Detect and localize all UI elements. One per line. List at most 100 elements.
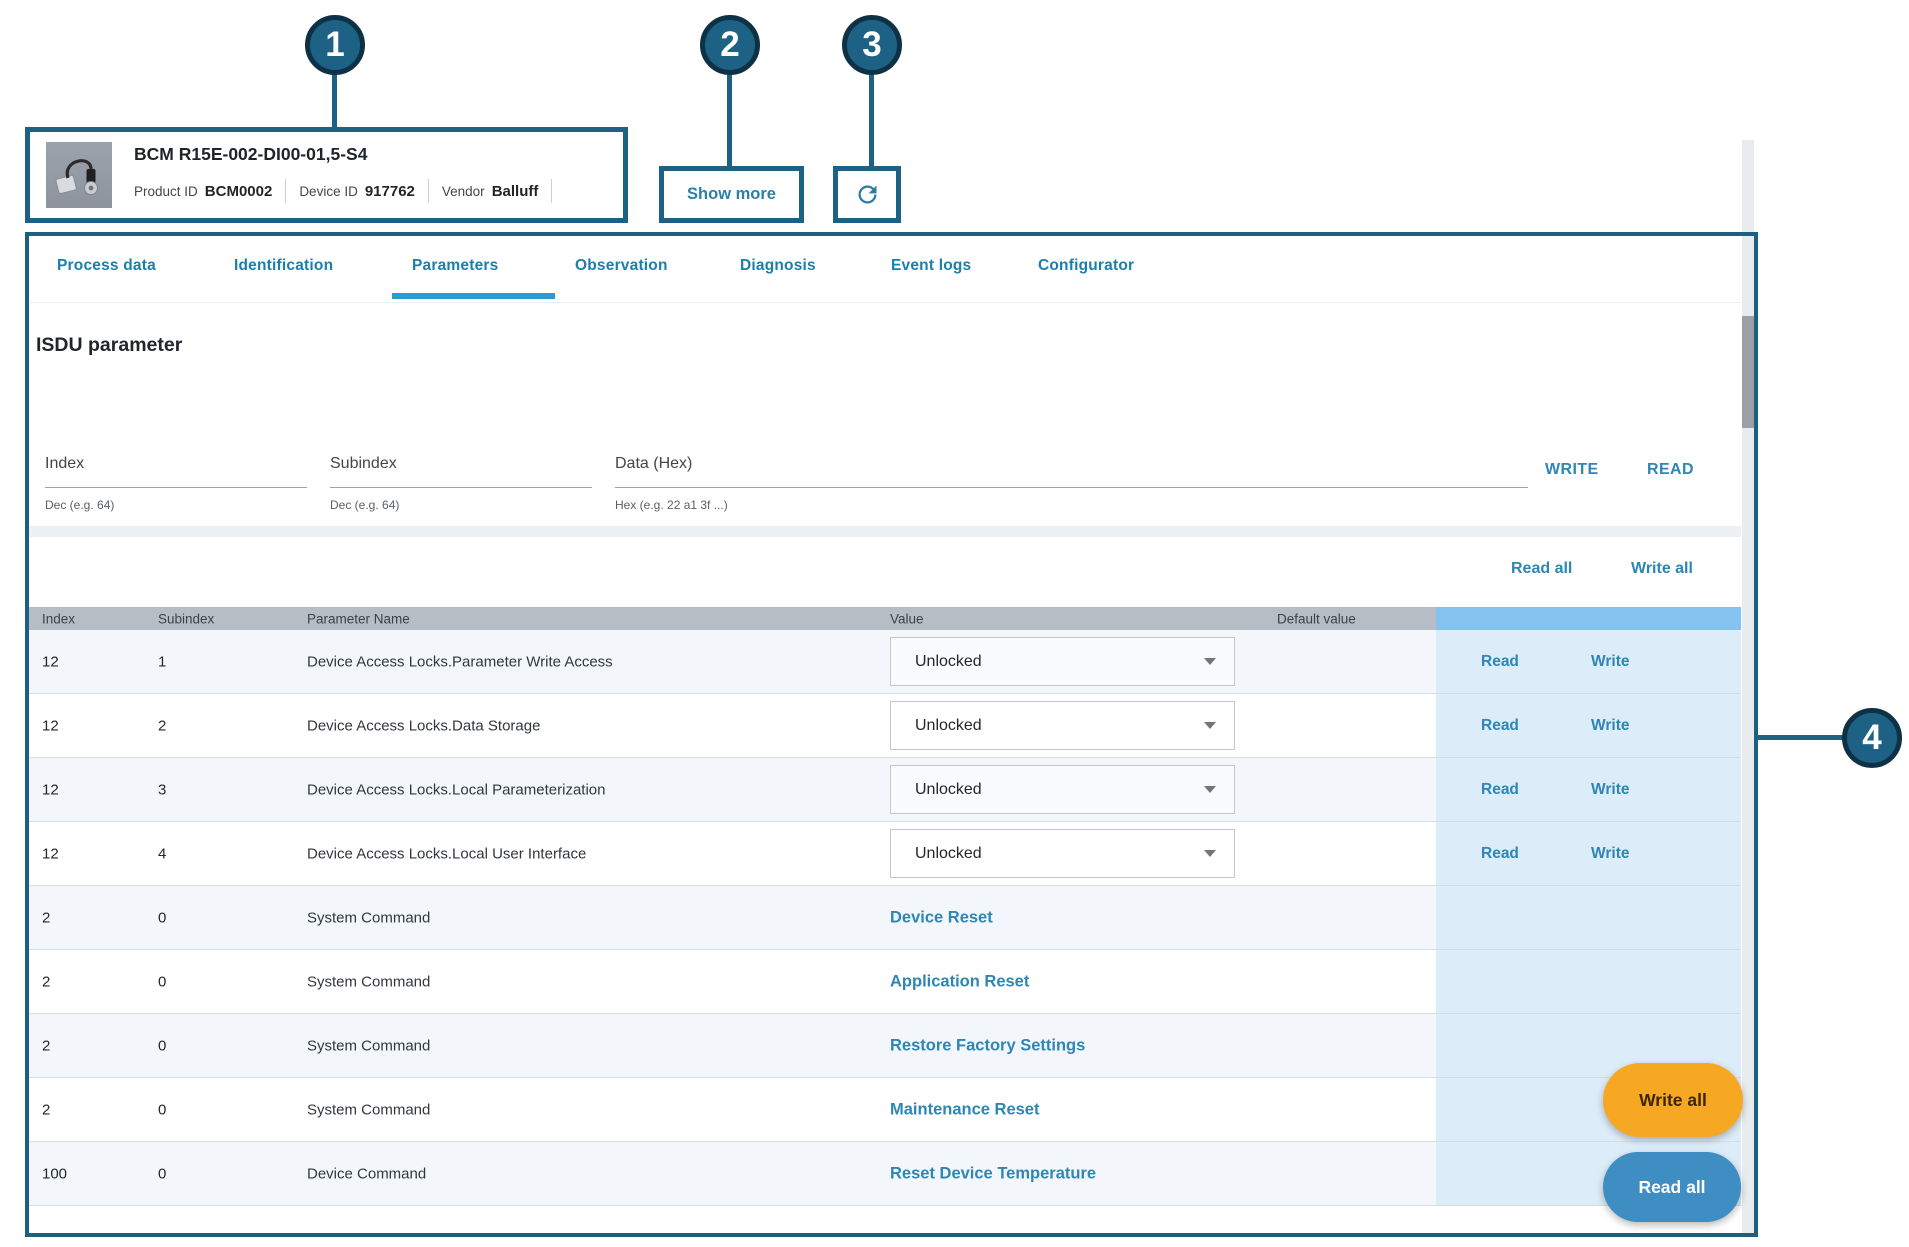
row-write-button[interactable]: Write — [1591, 781, 1629, 799]
isdu-index-helper: Dec (e.g. 64) — [45, 498, 114, 512]
tab-identification[interactable]: Identification — [234, 257, 333, 275]
maintenance-reset-command[interactable]: Maintenance Reset — [890, 1100, 1039, 1119]
cell-index: 12 — [42, 845, 59, 862]
row-write-button[interactable]: Write — [1591, 653, 1629, 671]
row-read-button[interactable]: Read — [1481, 653, 1519, 671]
value-dropdown[interactable]: Unlocked — [890, 637, 1235, 686]
row-read-button[interactable]: Read — [1481, 845, 1519, 863]
dropdown-selected-value: Unlocked — [915, 845, 982, 863]
value-dropdown[interactable]: Unlocked — [890, 701, 1235, 750]
isdu-read-button[interactable]: READ — [1647, 461, 1694, 479]
read-all-link[interactable]: Read all — [1511, 560, 1572, 578]
table-row: 2 0 System Command Maintenance Reset — [29, 1078, 1741, 1142]
read-all-floating-button[interactable]: Read all — [1603, 1152, 1741, 1222]
action-column-header — [1436, 607, 1741, 630]
tab-process-data[interactable]: Process data — [57, 257, 156, 275]
cell-subindex: 0 — [158, 973, 166, 990]
tab-configurator[interactable]: Configurator — [1038, 257, 1134, 275]
row-write-button[interactable]: Write — [1591, 717, 1629, 735]
col-header-subindex: Subindex — [158, 611, 214, 626]
cell-index: 2 — [42, 909, 50, 926]
cell-subindex: 0 — [158, 1165, 166, 1182]
isdu-data-hex-field[interactable]: Data (Hex) Hex (e.g. 22 a1 3f ...) — [615, 455, 1528, 473]
cell-parameter-name: System Command — [307, 1037, 430, 1054]
callout-2-line — [727, 73, 732, 168]
write-all-floating-button[interactable]: Write all — [1603, 1063, 1743, 1137]
isdu-write-button[interactable]: WRITE — [1545, 461, 1599, 479]
cell-subindex: 2 — [158, 717, 166, 734]
cell-index: 2 — [42, 973, 50, 990]
cable-product-image — [46, 142, 112, 208]
meta-divider — [428, 179, 429, 203]
vendor-value: Balluff — [492, 183, 539, 200]
show-more-callout-box: Show more — [659, 166, 804, 223]
callout-1-line — [332, 73, 337, 129]
row-read-button[interactable]: Read — [1481, 717, 1519, 735]
row-read-button[interactable]: Read — [1481, 781, 1519, 799]
col-header-default-value: Default value — [1277, 611, 1356, 626]
table-row: 2 0 System Command Application Reset — [29, 950, 1741, 1014]
tab-diagnosis[interactable]: Diagnosis — [740, 257, 816, 275]
action-cell — [1436, 886, 1741, 949]
cell-index: 2 — [42, 1101, 50, 1118]
write-all-link[interactable]: Write all — [1631, 560, 1693, 578]
value-dropdown[interactable]: Unlocked — [890, 765, 1235, 814]
cell-subindex: 0 — [158, 909, 166, 926]
meta-divider — [551, 179, 552, 203]
col-header-parameter-name: Parameter Name — [307, 611, 410, 626]
cell-index: 12 — [42, 653, 59, 670]
table-row: 100 0 Device Command Reset Device Temper… — [29, 1142, 1741, 1206]
table-header-row: Index Subindex Parameter Name Value Defa… — [29, 607, 1741, 630]
isdu-subindex-field[interactable]: Subindex Dec (e.g. 64) — [330, 455, 592, 473]
cell-index: 12 — [42, 717, 59, 734]
application-reset-command[interactable]: Application Reset — [890, 972, 1029, 991]
tab-event-logs[interactable]: Event logs — [891, 257, 971, 275]
isdu-parameter-heading: ISDU parameter — [36, 334, 182, 357]
meta-divider — [285, 179, 286, 203]
page-scrollbar-track[interactable] — [1742, 140, 1754, 233]
device-reset-command[interactable]: Device Reset — [890, 908, 993, 927]
device-meta: Product ID BCM0002 Device ID 917762 Vend… — [134, 179, 565, 203]
table-row: 12 2 Device Access Locks.Data Storage Un… — [29, 694, 1741, 758]
isdu-data-hex-label: Data (Hex) — [615, 455, 1528, 473]
show-more-button[interactable]: Show more — [687, 185, 776, 204]
callout-3-badge: 3 — [842, 15, 902, 75]
panel-scrollbar-thumb[interactable] — [1742, 316, 1754, 428]
isdu-index-field[interactable]: Index Dec (e.g. 64) — [45, 455, 307, 473]
cell-parameter-name: System Command — [307, 909, 430, 926]
dropdown-selected-value: Unlocked — [915, 781, 982, 799]
table-row-clipped — [29, 1206, 1741, 1226]
refresh-icon[interactable] — [854, 181, 881, 208]
device-dialog-panel: Process data Identification Parameters O… — [25, 232, 1758, 1237]
cell-parameter-name: Device Command — [307, 1165, 426, 1182]
restore-factory-settings-command[interactable]: Restore Factory Settings — [890, 1036, 1085, 1055]
isdu-index-label: Index — [45, 455, 307, 473]
input-underline — [330, 487, 592, 488]
tab-parameters[interactable]: Parameters — [412, 257, 498, 275]
chevron-down-icon — [1204, 722, 1216, 729]
tab-observation[interactable]: Observation — [575, 257, 668, 275]
table-row: 12 1 Device Access Locks.Parameter Write… — [29, 630, 1741, 694]
reset-device-temperature-command[interactable]: Reset Device Temperature — [890, 1164, 1096, 1183]
col-header-value: Value — [890, 611, 924, 626]
device-photo — [46, 142, 112, 208]
refresh-callout-box — [833, 166, 901, 223]
cell-subindex: 0 — [158, 1037, 166, 1054]
cell-index: 12 — [42, 781, 59, 798]
device-id-label: Device ID — [299, 184, 358, 199]
row-write-button[interactable]: Write — [1591, 845, 1629, 863]
table-row: 2 0 System Command Restore Factory Setti… — [29, 1014, 1741, 1078]
input-underline — [45, 487, 307, 488]
cell-index: 2 — [42, 1037, 50, 1054]
cell-subindex: 3 — [158, 781, 166, 798]
product-id-value: BCM0002 — [205, 183, 273, 200]
isdu-subindex-helper: Dec (e.g. 64) — [330, 498, 399, 512]
cell-parameter-name: System Command — [307, 1101, 430, 1118]
cell-parameter-name: Device Access Locks.Data Storage — [307, 717, 540, 734]
value-dropdown[interactable]: Unlocked — [890, 829, 1235, 878]
cell-index: 100 — [42, 1165, 67, 1182]
section-divider — [29, 526, 1741, 537]
table-row: 12 4 Device Access Locks.Local User Inte… — [29, 822, 1741, 886]
callout-4-line — [1757, 735, 1845, 740]
isdu-subindex-label: Subindex — [330, 455, 592, 473]
